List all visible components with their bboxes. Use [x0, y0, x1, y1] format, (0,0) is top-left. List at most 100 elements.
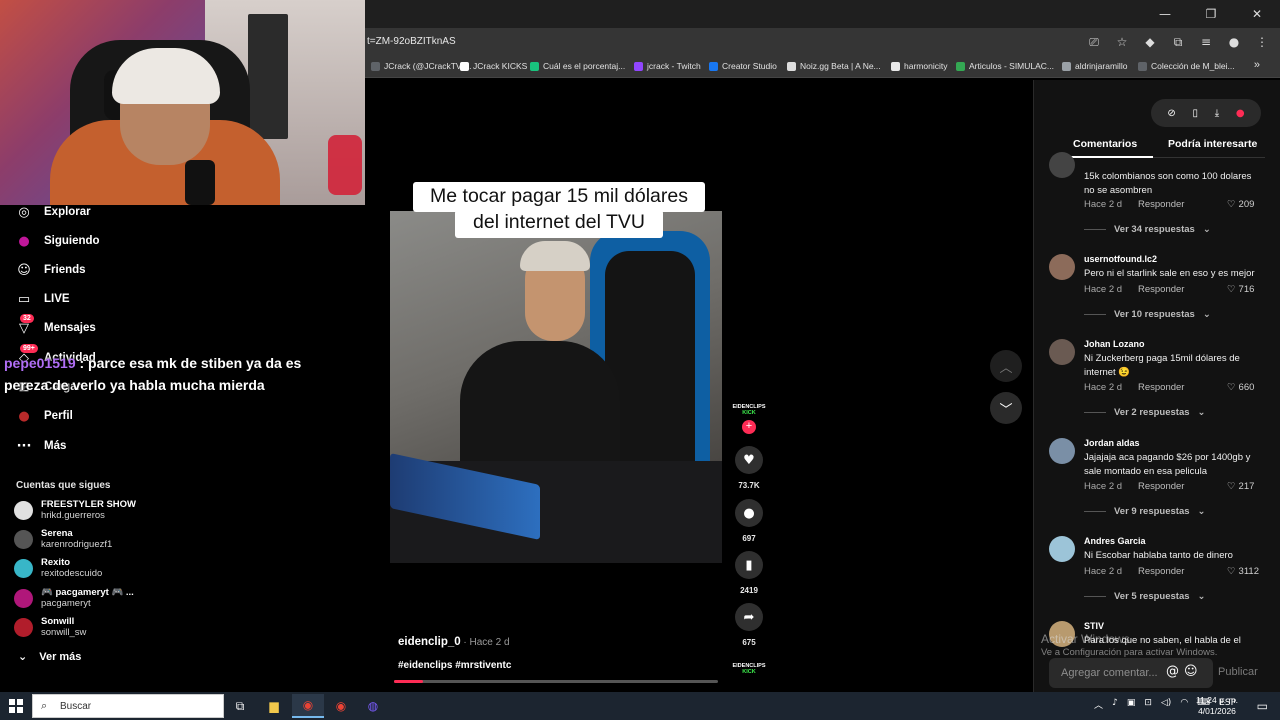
comment-like-button[interactable]: ♡ 716 [1227, 284, 1254, 295]
chrome-alt-icon[interactable]: ◉ [325, 694, 357, 718]
close-icon[interactable]: ✕ [1234, 0, 1280, 28]
video-player[interactable] [390, 211, 722, 563]
comment-icon[interactable]: ● [735, 499, 763, 527]
bookmark-item[interactable]: JCrack KICKS [460, 61, 527, 71]
reply-button[interactable]: Responder [1138, 382, 1184, 393]
file-explorer-icon[interactable]: ▆ [258, 694, 290, 718]
bookmark-item[interactable]: aldrinjaramillo [1062, 61, 1127, 71]
publish-button[interactable]: Publicar [1218, 666, 1258, 678]
taskbar-search-box[interactable]: ⌕ Buscar [32, 694, 224, 718]
speed-icon[interactable]: ⊘ [1167, 108, 1175, 119]
previous-video-button[interactable]: ︿ [990, 350, 1022, 382]
tab-suggested[interactable]: Podría interesarte [1168, 138, 1257, 150]
comment-username[interactable]: Andres Garcia [1084, 536, 1146, 546]
followed-account[interactable]: Rexito rexitodescuido [14, 557, 102, 579]
next-video-button[interactable]: ﹀ [990, 392, 1022, 424]
user-avatar-icon[interactable]: ● [1236, 108, 1245, 119]
like-icon[interactable]: ♥ [735, 446, 763, 474]
phone-icon[interactable]: ▯ [1192, 108, 1198, 119]
tab-comments[interactable]: Comentarios [1073, 138, 1137, 150]
avatar[interactable] [1049, 339, 1075, 365]
bookmark-item[interactable]: Articulos - SIMULAC... [956, 61, 1054, 71]
reply-button[interactable]: Responder [1138, 199, 1184, 210]
see-more-button[interactable]: ⌄ Ver más [18, 650, 81, 663]
avatar[interactable] [1049, 438, 1075, 464]
taskbar-clock[interactable]: 11:24 p. m. 4/01/2026 [1194, 695, 1240, 717]
restore-icon[interactable]: ❐ [1188, 0, 1234, 28]
puzzle-icon[interactable]: ⧉ [1166, 32, 1190, 52]
discord-icon[interactable]: ◍ [357, 694, 389, 718]
sidebar-item-compass[interactable]: ◎ Explorar [16, 204, 90, 220]
view-replies-button[interactable]: Ver 10 respuestas ⌄ [1084, 309, 1211, 320]
video-author[interactable]: eidenclip_0 · Hace 2 d [398, 636, 510, 648]
heart-icon: ♡ [1227, 382, 1239, 393]
view-replies-button[interactable]: Ver 9 respuestas ⌄ [1084, 506, 1206, 517]
comment-like-button[interactable]: ♡ 3112 [1227, 566, 1259, 577]
comment-like-button[interactable]: ♡ 209 [1227, 199, 1254, 210]
bookmark-item[interactable]: JCrack (@JCrackTV)... [371, 61, 472, 71]
comment-username[interactable]: Johan Lozano [1084, 339, 1145, 349]
avatar[interactable] [1049, 254, 1075, 280]
sidebar-item-messages[interactable]: ▽ Mensajes 32 [16, 314, 96, 336]
volume-icon[interactable]: ◁) [1161, 698, 1171, 711]
comment-username[interactable]: STIV [1084, 621, 1104, 631]
reply-button[interactable]: Responder [1138, 481, 1184, 492]
wifi-icon[interactable]: ◠ [1180, 698, 1188, 711]
bookmark-item[interactable]: Cuál es el porcentaj... [530, 61, 625, 71]
comment-like-button[interactable]: ♡ 660 [1227, 382, 1254, 393]
tray-app-icon[interactable]: ⊡ [1144, 698, 1152, 711]
comment-meta: Hace 2 d Responder [1084, 199, 1184, 210]
bookmark-item[interactable]: Noiz.gg Beta | A Ne... [787, 61, 881, 71]
sidebar-item-live[interactable]: ▭ LIVE [16, 291, 70, 307]
mention-icon[interactable]: @ [1166, 664, 1179, 679]
minimize-icon[interactable]: — [1142, 0, 1188, 28]
sidebar-item-following[interactable]: ● Siguiendo [16, 233, 99, 249]
avatar[interactable] [1049, 536, 1075, 562]
download-icon[interactable]: ⤓ [1215, 108, 1219, 119]
bookmarks-overflow-icon[interactable]: » [1254, 59, 1260, 71]
followed-account[interactable]: 🎮 pacgameryt 🎮 ... pacgameryt [14, 587, 134, 609]
comment-like-button[interactable]: ♡ 217 [1227, 481, 1254, 492]
creator-avatar[interactable]: EIDENCLIPS KICK [732, 404, 766, 416]
bookmark-star-icon[interactable]: ☆ [1110, 32, 1134, 52]
view-replies-button[interactable]: Ver 34 respuestas ⌄ [1084, 224, 1211, 235]
followed-account[interactable]: Serena karenrodriguezf1 [14, 528, 112, 550]
chrome-icon[interactable]: ◉ [292, 694, 324, 718]
bookmark-icon[interactable]: ▮ [735, 551, 763, 579]
media-icon[interactable]: ≡ [1194, 32, 1218, 52]
view-replies-button[interactable]: Ver 2 respuestas ⌄ [1084, 407, 1206, 418]
profile-icon[interactable]: ● [1222, 32, 1246, 52]
network-icon[interactable]: ▣ [1127, 698, 1136, 711]
url-field[interactable]: t=ZM-92oBZITknAS [367, 36, 456, 47]
avatar[interactable] [1049, 152, 1075, 178]
share-icon[interactable]: ➦ [735, 603, 763, 631]
comment-username[interactable]: Jordan aldas [1084, 438, 1140, 448]
view-replies-button[interactable]: Ver 5 respuestas ⌄ [1084, 591, 1206, 602]
bookmark-item[interactable]: harmonicity [891, 61, 947, 71]
bookmark-item[interactable]: Colección de M_blei... [1138, 61, 1235, 71]
windows-start-icon[interactable] [9, 699, 23, 713]
menu-icon[interactable]: ⋮ [1250, 32, 1274, 52]
followed-account[interactable]: Sonwill sonwill_sw [14, 616, 86, 638]
tray-chevron-icon[interactable]: ︿ [1094, 698, 1103, 711]
comment-like-count: 3112 [1238, 566, 1259, 577]
microphone-icon[interactable]: ♪ [1112, 698, 1118, 711]
video-hashtags[interactable]: #eidenclips #mrstiventc [398, 660, 511, 671]
sidebar-item-friends[interactable]: ☺ Friends [16, 262, 85, 278]
follow-plus-icon[interactable]: + [742, 420, 756, 434]
bookmark-item[interactable]: Creator Studio [709, 61, 777, 71]
extension-icon[interactable]: ◆ [1138, 32, 1162, 52]
author-name[interactable]: eidenclip_0 [398, 636, 461, 648]
followed-account[interactable]: FREESTYLER SHOW hrikd.guerreros [14, 499, 136, 521]
sidebar-item-more[interactable]: ··· Más [16, 438, 67, 454]
video-progress-bar[interactable] [394, 680, 718, 683]
comment-username[interactable]: usernotfound.lc2 [1084, 254, 1157, 264]
notifications-icon[interactable]: ▭ [1257, 699, 1268, 713]
emoji-icon[interactable]: ☺ [1184, 664, 1198, 679]
reply-button[interactable]: Responder [1138, 566, 1184, 577]
sidebar-item-profile[interactable]: ● Perfil [16, 408, 72, 424]
cast-icon[interactable]: ⎚ [1082, 32, 1106, 52]
bookmark-item[interactable]: jcrack - Twitch [634, 61, 701, 71]
reply-button[interactable]: Responder [1138, 284, 1184, 295]
task-view-icon[interactable]: ⧉ [224, 694, 256, 718]
